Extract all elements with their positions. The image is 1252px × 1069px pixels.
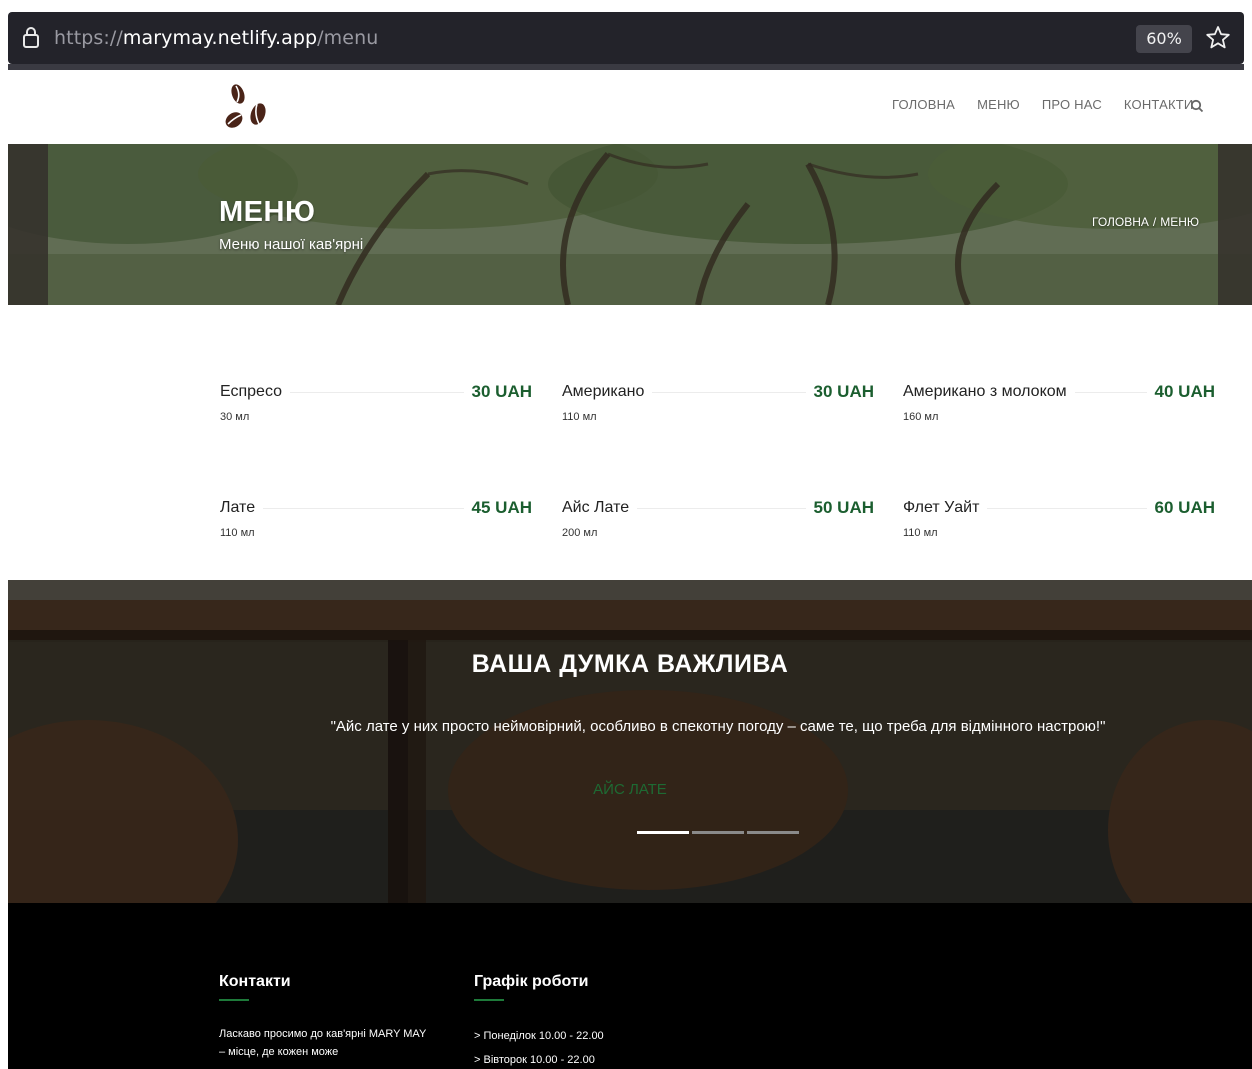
url-path: /menu <box>317 27 379 49</box>
slider-dot-3[interactable] <box>747 831 799 834</box>
testimonial-quote: "Айс лате у них просто неймовірний, особ… <box>330 718 1106 735</box>
browser-chrome: https://marymay.netlify.app/menu 60% <box>0 0 1252 70</box>
hero-background-trees <box>8 144 1252 305</box>
site-footer: Контакти Ласкаво просимо до кав'ярні MAR… <box>8 903 1252 1069</box>
page-subtitle: Меню нашої кав'ярні <box>219 236 364 253</box>
menu-item-price: 30 UAH <box>463 382 532 402</box>
slider-dot-2[interactable] <box>692 831 744 834</box>
menu-item-name: Еспресо <box>220 383 291 401</box>
page-title: МЕНЮ <box>219 196 316 228</box>
footer-contacts-text: Ласкаво просимо до кав'ярні MARY MAY – м… <box>219 1028 427 1058</box>
page-hero: МЕНЮ Меню нашої кав'ярні ГОЛОВНА / МЕНЮ <box>8 144 1252 305</box>
lock-icon[interactable] <box>22 26 40 48</box>
menu-item: Еспресо 30 UAH 30 мл <box>220 305 532 423</box>
menu-item-price: 30 UAH <box>805 382 874 402</box>
menu-item-name: Лате <box>220 499 264 517</box>
testimonial-background-cafe <box>8 580 1252 903</box>
testimonial-author: АЙС ЛАТЕ <box>593 781 667 798</box>
menu-item-name: Американо <box>562 383 653 401</box>
menu-item-price: 60 UAH <box>1146 498 1215 518</box>
testimonial-slider-dots <box>637 831 799 834</box>
site-header: ГОЛОВНА МЕНЮ ПРО НАС КОНТАКТИ <box>8 70 1252 144</box>
menu-item-name: Айс Лате <box>562 499 638 517</box>
menu-item: Американо 30 UAH 110 мл <box>562 305 874 423</box>
menu-list: Еспресо 30 UAH 30 мл Американо 30 UAH 11… <box>0 305 1252 580</box>
menu-item: Айс Лате 50 UAH 200 мл <box>562 421 874 539</box>
footer-contacts-heading: Контакти <box>219 973 291 990</box>
testimonial-title: ВАША ДУМКА ВАЖЛИВА <box>471 650 789 678</box>
coffee-beans-logo[interactable] <box>220 78 280 136</box>
url-scheme: https:// <box>54 27 123 49</box>
breadcrumb-separator: / <box>1152 215 1157 229</box>
address-bar[interactable]: https://marymay.netlify.app/menu 60% <box>8 12 1244 64</box>
menu-item: Флет Уайт 60 UAH 110 мл <box>903 421 1215 539</box>
menu-item-name: Флет Уайт <box>903 499 988 517</box>
menu-item-price: 45 UAH <box>463 498 532 518</box>
breadcrumb: ГОЛОВНА / МЕНЮ <box>1092 215 1199 229</box>
menu-item: Лате 45 UAH 110 мл <box>220 421 532 539</box>
search-icon[interactable] <box>1190 99 1204 113</box>
nav-item-about[interactable]: ПРО НАС <box>1042 97 1102 112</box>
menu-item-price: 50 UAH <box>805 498 874 518</box>
nav-item-home[interactable]: ГОЛОВНА <box>892 97 955 112</box>
footer-heading-underline <box>474 999 504 1001</box>
url-text[interactable]: https://marymay.netlify.app/menu <box>54 27 378 49</box>
footer-schedule-heading: Графік роботи <box>474 973 589 990</box>
menu-item-price: 40 UAH <box>1146 382 1215 402</box>
bookmark-star-icon[interactable] <box>1204 24 1232 52</box>
main-nav: ГОЛОВНА МЕНЮ ПРО НАС КОНТАКТИ <box>892 97 1215 112</box>
slider-dot-1[interactable] <box>637 831 689 834</box>
menu-item-name: Американо з молоком <box>903 383 1075 401</box>
menu-item-volume: 110 мл <box>220 527 255 539</box>
zoom-level-button[interactable]: 60% <box>1136 25 1192 53</box>
breadcrumb-home-link[interactable]: ГОЛОВНА <box>1092 215 1149 229</box>
menu-item: Американо з молоком 40 UAH 160 мл <box>903 305 1215 423</box>
nav-item-menu[interactable]: МЕНЮ <box>977 97 1020 112</box>
menu-item-volume: 200 мл <box>562 527 598 539</box>
schedule-item-monday: > Понеділок 10.00 - 22.00 <box>474 1030 604 1042</box>
schedule-item-tuesday: > Вівторок 10.00 - 22.00 <box>474 1054 595 1066</box>
nav-item-contacts[interactable]: КОНТАКТИ <box>1124 97 1194 112</box>
menu-item-volume: 110 мл <box>903 527 938 539</box>
url-host: marymay.netlify.app <box>122 27 318 49</box>
breadcrumb-current: МЕНЮ <box>1160 215 1200 229</box>
testimonial-section: ВАША ДУМКА ВАЖЛИВА "Айс лате у них прост… <box>8 580 1252 903</box>
footer-heading-underline <box>219 999 249 1001</box>
